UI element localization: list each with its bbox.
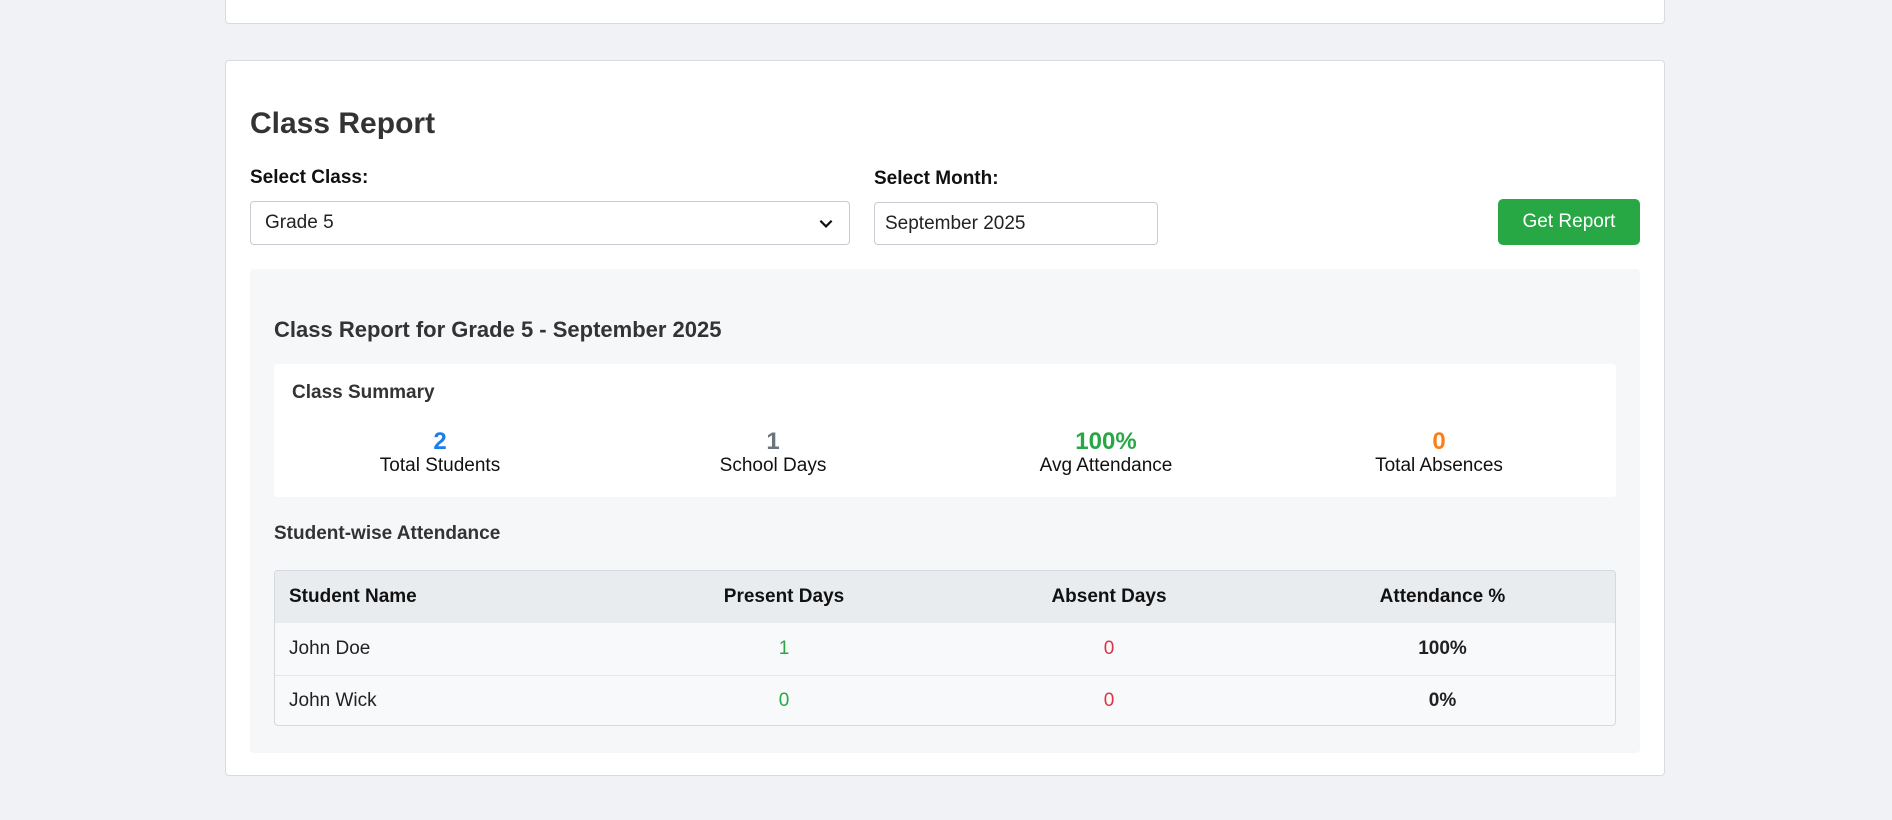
stat-value: 0 bbox=[1432, 428, 1446, 455]
select-month-label: Select Month: bbox=[874, 168, 999, 189]
class-select-value: Grade 5 bbox=[265, 212, 334, 233]
select-class-label: Select Class: bbox=[250, 167, 369, 188]
report-panel: Class Report for Grade 5 - September 202… bbox=[250, 269, 1640, 753]
column-header-present-days: Present Days bbox=[723, 586, 845, 607]
month-input-value: September 2025 bbox=[885, 212, 1026, 234]
stat-school-days: 1 School Days bbox=[607, 430, 939, 478]
previous-card bbox=[225, 0, 1665, 24]
attendance-percent-cell: 100% bbox=[1418, 637, 1467, 659]
attendance-table: Student Name Present Days Absent Days At… bbox=[274, 570, 1616, 726]
column-header-student-name: Student Name bbox=[289, 586, 417, 607]
chevron-down-icon bbox=[819, 219, 833, 228]
student-name-cell: John Wick bbox=[275, 674, 620, 725]
class-summary-title: Class Summary bbox=[292, 382, 435, 403]
attendance-percent-cell: 0% bbox=[1270, 674, 1615, 725]
class-select[interactable]: Grade 5 bbox=[250, 201, 850, 245]
stat-label: Total Absences bbox=[1375, 455, 1503, 476]
stat-total-students: 2 Total Students bbox=[274, 430, 606, 478]
stat-label: Total Students bbox=[379, 455, 501, 476]
stat-value: 1 bbox=[766, 428, 780, 455]
absent-days-cell: 0 bbox=[948, 674, 1270, 725]
present-days-cell: 0 bbox=[620, 674, 948, 725]
stat-avg-attendance: 100% Avg Attendance bbox=[940, 430, 1272, 478]
report-heading: Class Report for Grade 5 - September 202… bbox=[274, 317, 722, 342]
get-report-button[interactable]: Get Report bbox=[1498, 199, 1640, 245]
stat-total-absences: 0 Total Absences bbox=[1273, 430, 1605, 478]
present-days-cell: 1 bbox=[778, 637, 790, 659]
table-row: John Doe 1 0 100% bbox=[275, 623, 1615, 675]
table-header-row: Student Name Present Days Absent Days At… bbox=[275, 571, 1615, 623]
stat-value: 100% bbox=[1075, 428, 1137, 455]
class-summary: Class Summary 2 Total Students 1 School … bbox=[274, 364, 1616, 497]
column-header-attendance-percent: Attendance % bbox=[1379, 586, 1506, 607]
month-input[interactable]: September 2025 bbox=[874, 202, 1158, 245]
table-row: John Wick 0 0 0% bbox=[275, 674, 1615, 725]
stat-label: Avg Attendance bbox=[1039, 455, 1173, 476]
class-report-card: Class Report Select Class: Grade 5 Selec… bbox=[225, 60, 1665, 776]
student-name-cell: John Doe bbox=[289, 637, 371, 659]
stat-value: 2 bbox=[433, 428, 447, 455]
page-title: Class Report bbox=[250, 107, 436, 140]
column-header-absent-days: Absent Days bbox=[1051, 586, 1167, 607]
absent-days-cell: 0 bbox=[1103, 637, 1115, 659]
stat-label: School Days bbox=[719, 455, 827, 476]
student-attendance-title: Student-wise Attendance bbox=[274, 523, 501, 544]
